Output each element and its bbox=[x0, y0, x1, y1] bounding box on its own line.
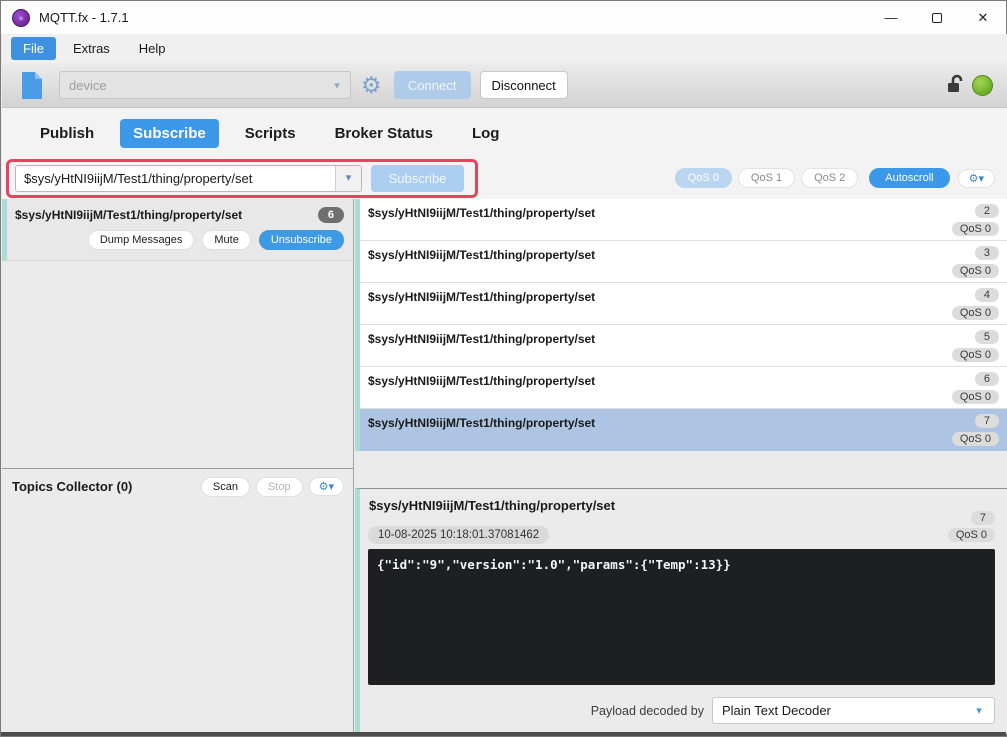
autoscroll-button[interactable]: Autoscroll bbox=[869, 168, 950, 188]
profile-value: device bbox=[69, 77, 107, 93]
app-window: MQTT.fx - 1.7.1 — ✕ File Extras Help dev… bbox=[0, 0, 1007, 737]
tab-publish[interactable]: Publish bbox=[27, 119, 107, 148]
disconnect-button[interactable]: Disconnect bbox=[479, 71, 568, 99]
tab-subscribe[interactable]: Subscribe bbox=[120, 119, 219, 148]
message-topic: $sys/yHtNI9iijM/Test1/thing/property/set bbox=[368, 416, 596, 430]
message-id-badge: 5 bbox=[974, 330, 999, 344]
topic-input[interactable]: $sys/yHtNI9iijM/Test1/thing/property/set… bbox=[15, 165, 362, 192]
message-topic: $sys/yHtNI9iijM/Test1/thing/property/set bbox=[368, 290, 596, 304]
unsubscribe-button[interactable]: Unsubscribe bbox=[258, 230, 344, 250]
subscription-topic: $sys/yHtNI9iijM/Test1/thing/property/set bbox=[15, 208, 243, 222]
topic-input-value: $sys/yHtNI9iijM/Test1/thing/property/set bbox=[24, 171, 253, 186]
message-row[interactable]: $sys/yHtNI9iijM/Test1/thing/property/set… bbox=[360, 325, 1007, 367]
minimize-button[interactable]: — bbox=[868, 1, 914, 34]
window-controls: — ✕ bbox=[868, 1, 1006, 34]
message-count-badge: 6 bbox=[317, 207, 344, 223]
menu-file[interactable]: File bbox=[11, 37, 56, 60]
qos2-button[interactable]: QoS 2 bbox=[801, 168, 859, 188]
titlebar: MQTT.fx - 1.7.1 — ✕ bbox=[1, 1, 1006, 34]
message-id-badge: 7 bbox=[974, 414, 999, 428]
gear-icon: ⚙ bbox=[318, 481, 329, 493]
menubar: File Extras Help bbox=[2, 34, 1007, 63]
close-icon: ✕ bbox=[977, 9, 989, 25]
content-area: $sys/yHtNI9iijM/Test1/thing/property/set… bbox=[2, 199, 1007, 734]
mute-button[interactable]: Mute bbox=[202, 230, 251, 250]
app-logo-icon bbox=[12, 8, 30, 27]
tab-broker-status[interactable]: Broker Status bbox=[322, 119, 446, 148]
topics-collector-bar: Topics Collector (0) Scan Stop ⚙▾ bbox=[2, 468, 353, 504]
gear-icon: ⚙ bbox=[968, 172, 979, 185]
toolbar: device ▾ ⚙ Connect Disconnect bbox=[2, 63, 1007, 107]
message-qos-badge: QoS 0 bbox=[951, 222, 999, 236]
message-topic: $sys/yHtNI9iijM/Test1/thing/property/set bbox=[368, 206, 596, 220]
new-profile-icon[interactable] bbox=[20, 71, 44, 100]
close-button[interactable]: ✕ bbox=[960, 1, 1006, 34]
chevron-down-icon: ▾ bbox=[978, 172, 984, 185]
topics-collector-title: Topics Collector (0) bbox=[12, 479, 133, 494]
decoder-select[interactable]: Plain Text Decoder ▾ bbox=[712, 697, 995, 724]
message-row[interactable]: $sys/yHtNI9iijM/Test1/thing/property/set… bbox=[360, 283, 1007, 325]
subscribe-settings-button[interactable]: ⚙▾ bbox=[957, 168, 995, 188]
message-id-badge: 6 bbox=[974, 372, 999, 386]
messages-panel: $sys/yHtNI9iijM/Test1/thing/property/set… bbox=[355, 199, 1007, 734]
decoder-label: Payload decoded by bbox=[590, 703, 704, 718]
chevron-down-icon: ▾ bbox=[328, 481, 334, 493]
message-detail-panel: $sys/yHtNI9iijM/Test1/thing/property/set… bbox=[355, 488, 1007, 734]
decoder-value: Plain Text Decoder bbox=[722, 703, 831, 718]
scan-button[interactable]: Scan bbox=[200, 476, 250, 497]
menu-help[interactable]: Help bbox=[127, 37, 178, 60]
tab-log[interactable]: Log bbox=[459, 119, 513, 148]
topic-dropdown-icon[interactable]: ▾ bbox=[335, 166, 361, 191]
message-list: $sys/yHtNI9iijM/Test1/thing/property/set… bbox=[355, 199, 1007, 451]
message-qos-badge: QoS 0 bbox=[951, 432, 999, 446]
qos1-button[interactable]: QoS 1 bbox=[737, 168, 796, 188]
message-id-badge: 2 bbox=[974, 204, 999, 218]
message-topic: $sys/yHtNI9iijM/Test1/thing/property/set bbox=[368, 332, 596, 346]
subscribe-bar: $sys/yHtNI9iijM/Test1/thing/property/set… bbox=[2, 159, 1007, 199]
maximize-button[interactable] bbox=[914, 1, 960, 34]
message-topic: $sys/yHtNI9iijM/Test1/thing/property/set bbox=[368, 248, 596, 262]
qos0-button[interactable]: QoS 0 bbox=[674, 168, 732, 188]
message-qos-badge: QoS 0 bbox=[951, 306, 999, 320]
connection-profile-select[interactable]: device ▾ bbox=[59, 71, 351, 99]
toolbar-status bbox=[944, 74, 993, 96]
message-row[interactable]: $sys/yHtNI9iijM/Test1/thing/property/set… bbox=[360, 199, 1007, 241]
menu-extras[interactable]: Extras bbox=[61, 37, 122, 60]
tab-scripts[interactable]: Scripts bbox=[232, 119, 309, 148]
chevron-down-icon: ▾ bbox=[334, 79, 340, 92]
stop-button[interactable]: Stop bbox=[255, 476, 303, 497]
message-id-badge: 4 bbox=[974, 288, 999, 302]
message-row[interactable]: $sys/yHtNI9iijM/Test1/thing/property/set… bbox=[360, 409, 1007, 451]
unlock-icon bbox=[948, 74, 963, 92]
chevron-down-icon: ▾ bbox=[976, 705, 982, 717]
window-bottom-edge bbox=[1, 732, 1006, 736]
detail-id-badge: 7 bbox=[970, 511, 995, 525]
tabbar: Publish Subscribe Scripts Broker Status … bbox=[2, 107, 1007, 159]
connection-status-indicator bbox=[972, 74, 993, 96]
message-qos-badge: QoS 0 bbox=[951, 390, 999, 404]
detail-topic: $sys/yHtNI9iijM/Test1/thing/property/set bbox=[369, 498, 616, 513]
collector-settings-button[interactable]: ⚙▾ bbox=[308, 477, 344, 496]
settings-gear-icon[interactable]: ⚙ bbox=[361, 73, 382, 97]
message-row[interactable]: $sys/yHtNI9iijM/Test1/thing/property/set… bbox=[360, 367, 1007, 409]
message-row[interactable]: $sys/yHtNI9iijM/Test1/thing/property/set… bbox=[360, 241, 1007, 283]
connect-button[interactable]: Connect bbox=[393, 71, 471, 99]
message-qos-badge: QoS 0 bbox=[951, 264, 999, 278]
detail-qos-badge: QoS 0 bbox=[947, 528, 995, 542]
dump-messages-button[interactable]: Dump Messages bbox=[87, 230, 195, 250]
subscribe-options: QoS 0 QoS 1 QoS 2 Autoscroll ⚙▾ bbox=[674, 168, 995, 188]
window-title: MQTT.fx - 1.7.1 bbox=[39, 10, 129, 25]
message-id-badge: 3 bbox=[974, 246, 999, 260]
maximize-icon bbox=[932, 12, 942, 23]
detail-timestamp: 10-08-2025 10:18:01.37081462 bbox=[368, 526, 550, 544]
message-topic: $sys/yHtNI9iijM/Test1/thing/property/set bbox=[368, 374, 596, 388]
subscription-card[interactable]: $sys/yHtNI9iijM/Test1/thing/property/set… bbox=[2, 199, 353, 261]
minimize-icon: — bbox=[884, 10, 898, 25]
subscriptions-panel: $sys/yHtNI9iijM/Test1/thing/property/set… bbox=[2, 199, 354, 734]
payload-viewer[interactable]: {"id":"9","version":"1.0","params":{"Tem… bbox=[368, 549, 995, 685]
subscribe-button[interactable]: Subscribe bbox=[371, 165, 464, 192]
message-qos-badge: QoS 0 bbox=[951, 348, 999, 362]
decoder-row: Payload decoded by Plain Text Decoder ▾ bbox=[591, 697, 995, 724]
